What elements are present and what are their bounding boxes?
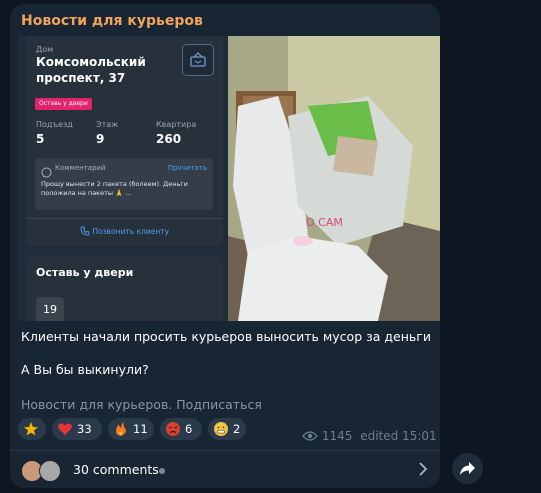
views-count: 1145 xyxy=(321,429,353,443)
reaction-star[interactable] xyxy=(18,418,46,440)
apartment-value: 260 xyxy=(156,132,182,146)
leave-at-door-title: Оставь у двери xyxy=(36,266,134,279)
eye-icon xyxy=(302,430,318,445)
phone-icon xyxy=(80,226,90,238)
post-meta: 1145 edited 15:01 xyxy=(302,429,437,445)
entrance-label: Подъезд xyxy=(36,120,73,129)
number-badge: 19 xyxy=(36,297,64,321)
unread-dot xyxy=(159,468,165,474)
apartment-label: Квартира xyxy=(156,120,197,129)
avatar xyxy=(39,460,61,482)
reaction-fire-count: 11 xyxy=(133,422,148,436)
angry-face-icon xyxy=(165,421,181,437)
address: Комсомольский проспект, 37 xyxy=(36,55,146,85)
leave-at-door-tag: Оставь у двери xyxy=(35,98,92,110)
fire-icon xyxy=(113,421,129,437)
order-card: Дом Комсомольский проспект, 37 Оставь у … xyxy=(26,36,223,246)
star-icon xyxy=(23,421,39,437)
message-text: Клиенты начали просить курьеров выносить… xyxy=(21,329,431,344)
comments-label: 30 comments xyxy=(73,462,159,477)
share-button[interactable] xyxy=(452,453,483,484)
reaction-grimace[interactable]: 2 xyxy=(208,418,246,440)
comment-label: Комментарий xyxy=(55,164,106,172)
share-arrow-icon xyxy=(459,461,476,480)
entrance-value: 5 xyxy=(36,132,45,146)
edited-time: edited 15:01 xyxy=(360,429,437,443)
message-question: А Вы бы выкинули? xyxy=(21,362,149,377)
divider xyxy=(26,218,223,219)
comment-text: Прошу вынести 2 пакета (болеем). Деньги … xyxy=(41,180,188,197)
comment-box: Комментарий Прочитать Прошу вынести 2 па… xyxy=(35,158,213,210)
floor-label: Этаж xyxy=(96,120,119,129)
read-link: Прочитать xyxy=(167,164,207,172)
comments-bar[interactable]: 30 comments xyxy=(10,450,440,488)
floor-value: 9 xyxy=(96,132,105,146)
call-client-button: Позвонить клиенту xyxy=(26,226,223,238)
leave-at-door-card: Оставь у двери 19 xyxy=(26,256,223,321)
svg-text:O CAM: O CAM xyxy=(306,216,343,229)
photo-app-screenshot[interactable]: Дом Комсомольский проспект, 37 Оставь у … xyxy=(18,36,230,321)
photo-trash-bags[interactable]: O CAM xyxy=(228,36,440,321)
reaction-angry-count: 6 xyxy=(185,422,193,436)
reaction-heart[interactable]: 33 xyxy=(52,418,102,440)
map-icon xyxy=(182,44,214,76)
channel-post: Новости для курьеров Дом Комсомольский п… xyxy=(10,4,440,488)
grimace-face-icon xyxy=(213,421,229,437)
reaction-fire[interactable]: 11 xyxy=(108,418,154,440)
channel-name[interactable]: Новости для курьеров xyxy=(21,13,203,29)
call-client-label: Позвонить клиенту xyxy=(92,227,170,236)
reaction-heart-count: 33 xyxy=(77,422,92,436)
reaction-grimace-count: 2 xyxy=(233,422,241,436)
house-label: Дом xyxy=(36,45,54,54)
chevron-right-icon xyxy=(418,461,428,481)
heart-icon xyxy=(57,421,73,437)
reaction-angry[interactable]: 6 xyxy=(160,418,202,440)
subscribe-link[interactable]: Новости для курьеров. Подписаться xyxy=(21,397,262,412)
